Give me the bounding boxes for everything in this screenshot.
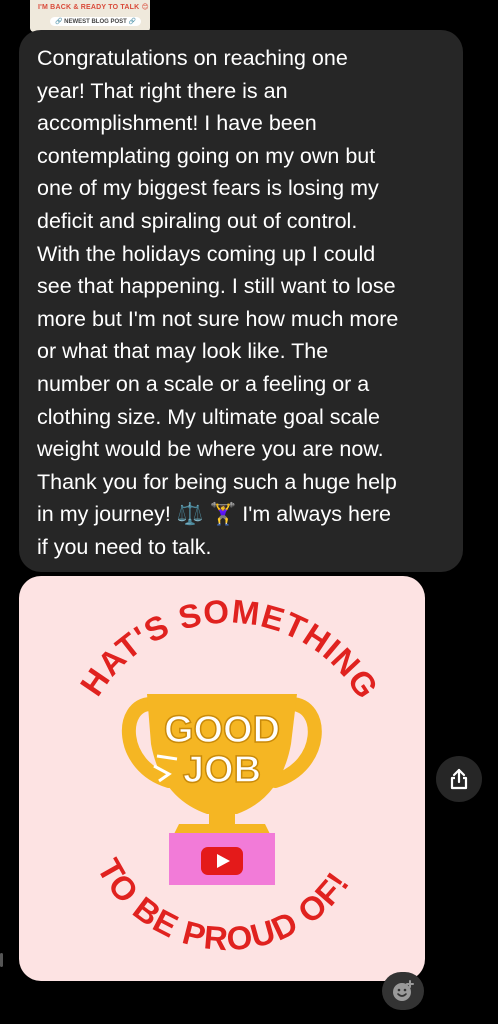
story-preview-subtitle: 🔗 NEWEST BLOG POST 🔗 — [50, 17, 141, 26]
sticker-message[interactable]: GOOD JOB THAT'S SOMETHING TO BE PROUD OF… — [19, 576, 425, 981]
add-reaction-icon — [393, 980, 414, 1001]
add-reaction-button[interactable] — [382, 972, 424, 1010]
share-button[interactable] — [436, 756, 482, 802]
play-icon — [201, 847, 243, 875]
story-preview-title: I'M BACK & READY TO TALK 😊 — [38, 4, 149, 11]
share-icon — [450, 768, 468, 790]
message-bubble[interactable]: Congratulations on reaching one year! Th… — [19, 30, 463, 572]
story-reply-preview[interactable]: I'M BACK & READY TO TALK 😊 🔗 NEWEST BLOG… — [30, 0, 150, 32]
good-job-sticker: GOOD JOB THAT'S SOMETHING TO BE PROUD OF… — [19, 576, 386, 957]
cup-text-line2: JOB — [183, 749, 261, 791]
left-edge-mark — [0, 953, 3, 967]
message-text: Congratulations on reaching one year! Th… — [37, 46, 399, 559]
top-arc-text: THAT'S SOMETHING — [19, 576, 385, 705]
cup-text-line1: GOOD — [164, 709, 280, 751]
svg-text:THAT'S SOMETHING: THAT'S SOMETHING — [19, 576, 386, 705]
